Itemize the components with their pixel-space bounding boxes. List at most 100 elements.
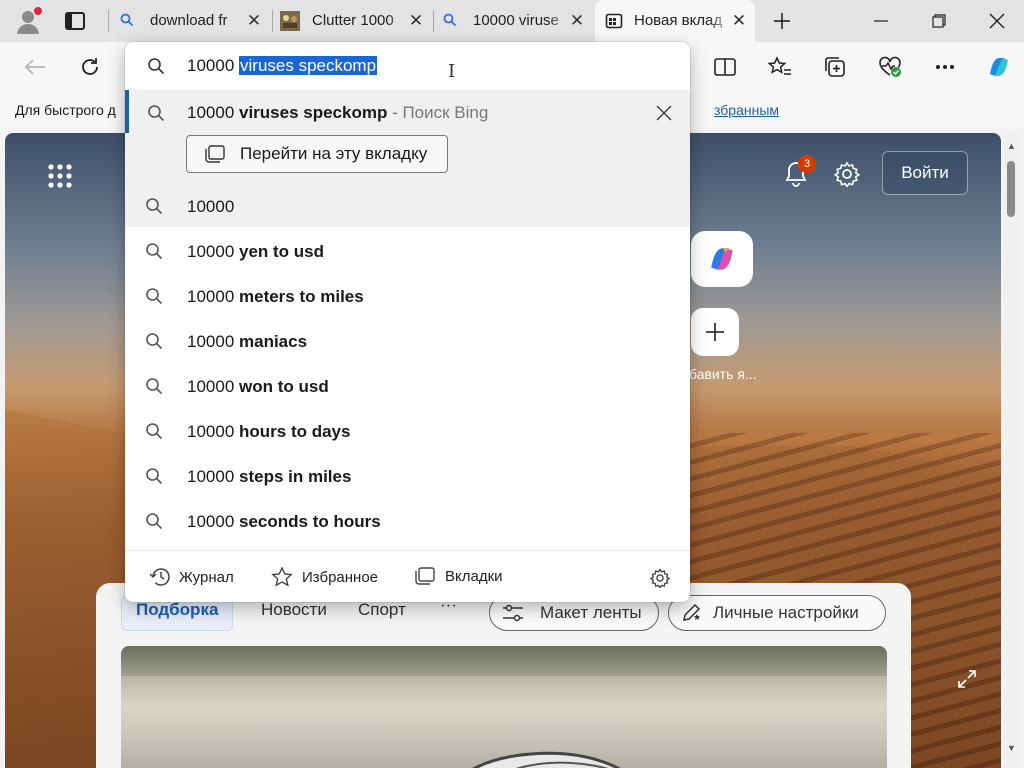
address-selected-text: viruses speckomp xyxy=(239,56,378,75)
dropdown-footer: Журнал Избранное Вкладки xyxy=(125,550,690,603)
personalize-button[interactable]: Личные настройки xyxy=(668,595,886,631)
page-scrollbar[interactable]: ▲ ▼ xyxy=(1004,133,1020,768)
dropdown-settings-gear-icon[interactable] xyxy=(650,568,670,588)
suggestion-text: 10000 maniacs xyxy=(187,332,307,352)
address-bar-input[interactable]: 10000 viruses speckomp I xyxy=(125,42,690,90)
search-icon xyxy=(145,467,163,485)
star-list-icon xyxy=(768,56,792,78)
new-tab-button[interactable] xyxy=(753,0,811,42)
switch-to-tab-button[interactable]: Перейти на эту вкладку xyxy=(186,135,448,173)
suggestion-row[interactable]: 10000 won to usd xyxy=(125,365,690,410)
tab-close-icon[interactable]: ✕ xyxy=(406,10,426,32)
copilot-quicklink[interactable] xyxy=(691,231,753,287)
vertical-tabs-icon[interactable] xyxy=(60,6,90,36)
login-button[interactable]: Войти xyxy=(882,151,968,195)
feed-tab-curated[interactable]: Подборка xyxy=(136,600,218,620)
search-icon xyxy=(145,332,163,350)
notifications-button[interactable]: 3 xyxy=(783,155,816,189)
selection-indicator xyxy=(125,90,129,133)
history-label: Журнал xyxy=(179,568,234,586)
more-menu-button[interactable] xyxy=(930,52,960,82)
tabs-label: Вкладки xyxy=(445,567,503,585)
add-site-button[interactable] xyxy=(691,308,739,356)
tab-new-tab[interactable]: Новая вклад ✕ xyxy=(595,0,755,42)
add-site-label: бавить я... xyxy=(689,366,757,382)
personalize-label: Личные настройки xyxy=(713,603,859,622)
history-shortcut[interactable]: Журнал xyxy=(149,567,234,587)
suggestion-row[interactable]: 10000 yen to usd xyxy=(125,230,690,275)
suggestion-prefix: 10000 xyxy=(187,242,239,261)
tabs-shortcut[interactable]: Вкладки xyxy=(415,567,503,585)
browser-essentials-button[interactable] xyxy=(875,52,905,82)
split-screen-button[interactable] xyxy=(710,52,740,82)
tab-download[interactable]: download fr ✕ xyxy=(112,0,270,42)
suggestion-row[interactable]: 10000 steps in miles xyxy=(125,455,690,500)
suggestion-row[interactable]: 10000 xyxy=(125,185,690,230)
minimize-button[interactable] xyxy=(852,0,910,42)
feed-tab-news[interactable]: Новости xyxy=(261,600,327,620)
game-favicon-icon xyxy=(280,11,300,31)
feed-tab-sport[interactable]: Спорт xyxy=(358,600,406,620)
favorites-shortcut[interactable]: Избранное xyxy=(271,567,378,587)
plus-icon xyxy=(705,322,725,342)
refresh-button[interactable] xyxy=(75,52,105,82)
tab-title: Clutter 1000 xyxy=(312,12,394,29)
tab-close-icon[interactable]: ✕ xyxy=(729,10,749,32)
settings-gear-icon[interactable] xyxy=(834,161,860,187)
suggestion-source: - Поиск Bing xyxy=(387,103,489,122)
favorites-bar-hint: Для быстрого д xyxy=(15,102,116,118)
tab-separator xyxy=(433,10,434,32)
profile-avatar-icon[interactable] xyxy=(14,6,44,36)
apps-launcher-icon[interactable] xyxy=(47,163,73,189)
sliders-icon xyxy=(502,604,524,622)
suggestion-bold: won to usd xyxy=(239,377,329,396)
expand-icon[interactable] xyxy=(957,669,977,689)
plus-icon xyxy=(773,12,791,30)
favorites-button[interactable] xyxy=(765,52,795,82)
search-icon xyxy=(145,197,163,215)
close-icon xyxy=(989,13,1005,29)
suggestion-prefix: 10000 xyxy=(187,332,239,351)
tab-title: 10000 viruse xyxy=(473,12,559,29)
suggestion-bold: viruses speckomp xyxy=(239,103,388,122)
scroll-down-icon[interactable]: ▼ xyxy=(1007,743,1016,753)
collections-button[interactable] xyxy=(820,52,850,82)
favorites-label: Избранное xyxy=(302,568,379,586)
address-bar-dropdown: 10000 viruses speckomp I 10000 viruses s… xyxy=(125,42,690,602)
tab-title: download fr xyxy=(150,12,228,29)
copilot-button[interactable] xyxy=(982,50,1016,84)
tab-clutter[interactable]: Clutter 1000 ✕ xyxy=(274,0,432,42)
remove-suggestion-icon[interactable] xyxy=(655,104,673,122)
suggestion-prefix: 10000 xyxy=(187,512,239,531)
heart-pulse-icon xyxy=(878,56,902,78)
tab-close-icon[interactable]: ✕ xyxy=(244,10,264,32)
suggestion-row[interactable]: 10000 meters to miles xyxy=(125,275,690,320)
search-icon xyxy=(147,57,165,75)
collections-icon xyxy=(824,56,846,78)
news-feed-panel: Подборка Новости Спорт ··· Макет ленты Л… xyxy=(96,583,911,768)
restore-button[interactable] xyxy=(910,0,968,42)
star-icon xyxy=(271,567,293,587)
text-cursor-icon: I xyxy=(448,61,456,82)
tab-separator xyxy=(272,10,273,32)
tab-10000-viruses[interactable]: 10000 viruse ✕ xyxy=(435,0,593,42)
search-icon xyxy=(145,512,163,530)
suggestion-row[interactable]: 10000 hours to days xyxy=(125,410,690,455)
back-button[interactable] xyxy=(20,52,50,82)
suggestion-text: 10000 won to usd xyxy=(187,377,329,397)
suggestion-row[interactable]: 10000 seconds to hours xyxy=(125,500,690,545)
scroll-up-icon[interactable]: ▲ xyxy=(1007,141,1016,151)
feed-card-image[interactable] xyxy=(121,646,887,768)
search-icon xyxy=(145,377,163,395)
tab-close-icon[interactable]: ✕ xyxy=(567,10,587,32)
suggestion-text: 10000 steps in miles xyxy=(187,467,351,487)
favorites-bar-link[interactable]: збранным xyxy=(714,102,779,118)
address-bar-text[interactable]: 10000 viruses speckomp xyxy=(187,56,378,76)
suggestion-prefix: 10000 xyxy=(187,103,239,122)
pencil-star-icon xyxy=(681,603,703,623)
suggestion-row[interactable]: 10000 maniacs xyxy=(125,320,690,365)
close-window-button[interactable] xyxy=(968,0,1024,42)
copilot-icon xyxy=(704,241,740,277)
scrollbar-thumb[interactable] xyxy=(1007,161,1015,217)
suggestion-text: 10000 meters to miles xyxy=(187,287,364,307)
